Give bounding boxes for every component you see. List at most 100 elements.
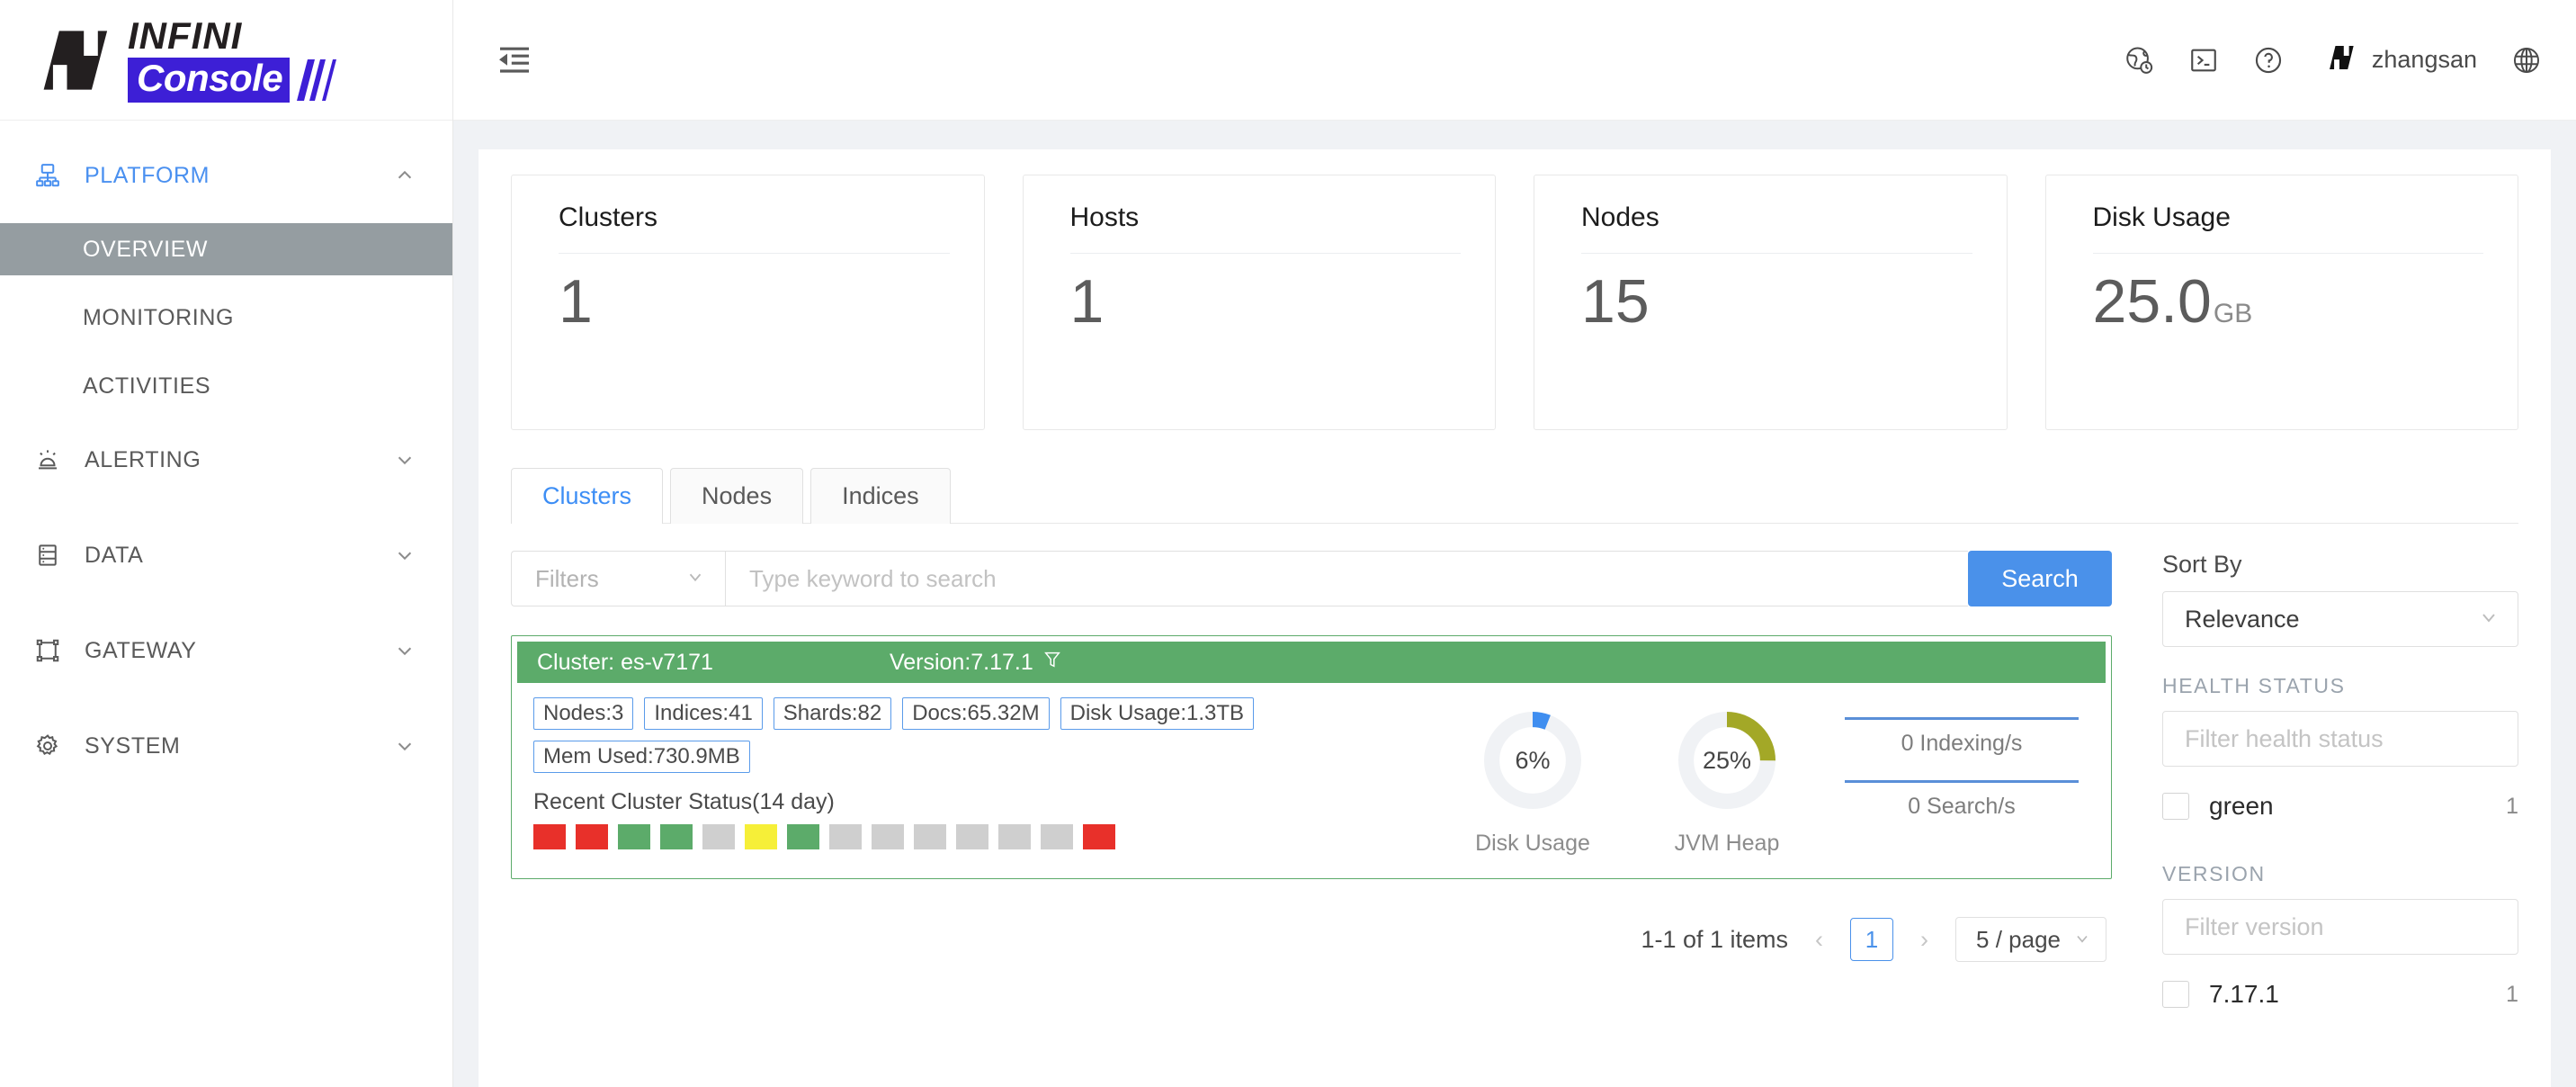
- sidebar-group-platform[interactable]: PLATFORM: [0, 144, 452, 207]
- sparkline-label: 0 Indexing/s: [1901, 731, 2023, 756]
- stat-title: Hosts: [1069, 202, 1140, 232]
- sidebar-item-monitoring[interactable]: MONITORING: [0, 292, 452, 344]
- cluster-card[interactable]: Cluster: es-v7171 Version:7.17.1 Nodes:3…: [511, 635, 2112, 879]
- tab-nodes[interactable]: Nodes: [670, 468, 804, 524]
- cluster-tag: Nodes:3: [533, 697, 634, 730]
- sidebar-group-system[interactable]: SYSTEM: [0, 714, 452, 777]
- gear-icon: [34, 732, 65, 759]
- tab-clusters[interactable]: Clusters: [511, 468, 664, 524]
- globe-clock-icon[interactable]: [2124, 45, 2154, 76]
- status-square[interactable]: [1041, 824, 1073, 849]
- filters-select[interactable]: Filters: [511, 551, 725, 606]
- sparkline-search: 0 Search/s: [1845, 780, 2079, 820]
- divider: [2092, 253, 2483, 254]
- facet-item-green[interactable]: green 1: [2162, 777, 2518, 835]
- stat-title: Nodes: [1581, 202, 1659, 232]
- content-panel: Clusters 1 Hosts 1 Nodes 15 Disk Usage 2…: [479, 149, 2551, 1087]
- sidebar-group-label: PLATFORM: [85, 162, 210, 188]
- status-square[interactable]: [618, 824, 650, 849]
- cluster-sparklines: 0 Indexing/s 0 Search/s: [1845, 706, 2079, 820]
- tab-indices[interactable]: Indices: [810, 468, 951, 524]
- checkbox[interactable]: [2162, 981, 2189, 1008]
- gauge-jvm-heap: 25% JVM Heap: [1650, 706, 1803, 857]
- sidebar-group-label: DATA: [85, 542, 144, 568]
- checkbox[interactable]: [2162, 793, 2189, 820]
- user-menu[interactable]: zhangsan: [2325, 41, 2477, 78]
- logo[interactable]: INFINI Console: [0, 0, 452, 121]
- stat-number: 15: [1581, 267, 1650, 336]
- gateway-icon: [34, 637, 65, 664]
- stat-number: 25.0: [2092, 267, 2212, 336]
- chevron-right-icon[interactable]: ›: [1915, 926, 1934, 954]
- tab-label: Nodes: [702, 482, 773, 509]
- recent-status-squares: [533, 824, 1456, 849]
- search-button[interactable]: Search: [1968, 551, 2112, 606]
- status-square[interactable]: [745, 824, 777, 849]
- sparkline-path: [1845, 780, 2079, 783]
- sidebar-item-label: OVERVIEW: [83, 236, 209, 262]
- stat-card-disk-usage[interactable]: Disk Usage 25.0 GB: [2044, 175, 2518, 430]
- page-size-select[interactable]: 5 / page: [1955, 917, 2106, 962]
- status-square[interactable]: [914, 824, 946, 849]
- health-status-filter-input[interactable]: [2162, 711, 2518, 767]
- version-filter-input[interactable]: [2162, 899, 2518, 955]
- chevron-left-icon[interactable]: ‹: [1810, 926, 1829, 954]
- pagination: 1-1 of 1 items ‹ 1 › 5 / page: [511, 917, 2112, 962]
- sidebar-item-activities[interactable]: ACTIVITIES: [0, 360, 452, 412]
- status-square[interactable]: [576, 824, 608, 849]
- sidebar-group-label: GATEWAY: [85, 637, 197, 663]
- stat-value: 25.0 GB: [2093, 268, 2484, 336]
- status-square[interactable]: [872, 824, 904, 849]
- status-square[interactable]: [956, 824, 988, 849]
- alert-icon: [34, 446, 65, 473]
- globe-icon[interactable]: [2511, 45, 2542, 76]
- sidebar-group-data[interactable]: DATA: [0, 524, 452, 587]
- facet-count: 1: [2506, 981, 2518, 1007]
- chevron-down-icon: [395, 450, 415, 470]
- sidebar-item-label: MONITORING: [83, 304, 235, 330]
- sidebar-group-alerting[interactable]: ALERTING: [0, 428, 452, 491]
- sidebar-group-label: SYSTEM: [85, 732, 181, 759]
- tab-label: Clusters: [542, 482, 632, 509]
- chevron-down-icon: [2478, 606, 2500, 633]
- status-square[interactable]: [787, 824, 819, 849]
- cluster-tags-row-1: Nodes:3 Indices:41 Shards:82 Docs:65.32M…: [533, 697, 1456, 730]
- status-square[interactable]: [829, 824, 862, 849]
- logo-text-infini: INFINI: [128, 14, 243, 57]
- cluster-version-label: Version:7.17.1: [889, 649, 1033, 675]
- facet-item-version[interactable]: 7.17.1 1: [2162, 966, 2518, 1023]
- terminal-icon[interactable]: [2188, 45, 2219, 76]
- facet-count: 1: [2506, 793, 2518, 819]
- stat-card-nodes[interactable]: Nodes 15: [1534, 175, 2008, 430]
- infini-avatar: [2325, 41, 2357, 78]
- status-square[interactable]: [702, 824, 735, 849]
- sidebar: INFINI Console PLATFORM OVERVIEW MONITOR…: [0, 0, 453, 1087]
- divider: [559, 253, 950, 254]
- chevron-down-icon: [685, 567, 705, 591]
- page-number-1[interactable]: 1: [1850, 918, 1894, 961]
- menu-fold-icon[interactable]: [496, 46, 532, 75]
- stat-card-hosts[interactable]: Hosts 1: [1022, 175, 1496, 430]
- results-column: Filters Search: [511, 551, 2155, 1023]
- status-square[interactable]: [998, 824, 1031, 849]
- sidebar-group-gateway[interactable]: GATEWAY: [0, 619, 452, 682]
- stat-number: 1: [559, 267, 593, 336]
- sort-by-select[interactable]: Relevance: [2162, 591, 2518, 647]
- body-columns: Filters Search: [511, 551, 2518, 1023]
- search-bar: Filters Search: [511, 551, 2112, 606]
- chevron-up-icon: [395, 166, 415, 185]
- status-square[interactable]: [660, 824, 693, 849]
- cluster-name-label: Cluster: es-v7171: [537, 649, 713, 675]
- sidebar-item-overview[interactable]: OVERVIEW: [0, 223, 452, 275]
- health-status-heading: HEALTH STATUS: [2162, 674, 2346, 697]
- status-square[interactable]: [1083, 824, 1115, 849]
- facet-label: green: [2209, 792, 2274, 820]
- main-region: zhangsan Clusters 1 Hosts 1 Nodes 15 Dis…: [453, 0, 2576, 1087]
- stat-card-clusters[interactable]: Clusters 1: [511, 175, 985, 430]
- help-circle-icon[interactable]: [2253, 45, 2284, 76]
- tabs-bar: Clusters Nodes Indices: [511, 468, 2518, 524]
- status-square[interactable]: [533, 824, 566, 849]
- sidebar-item-label: ACTIVITIES: [83, 373, 211, 399]
- search-input[interactable]: [725, 551, 1968, 606]
- funnel-icon[interactable]: [1042, 649, 1062, 677]
